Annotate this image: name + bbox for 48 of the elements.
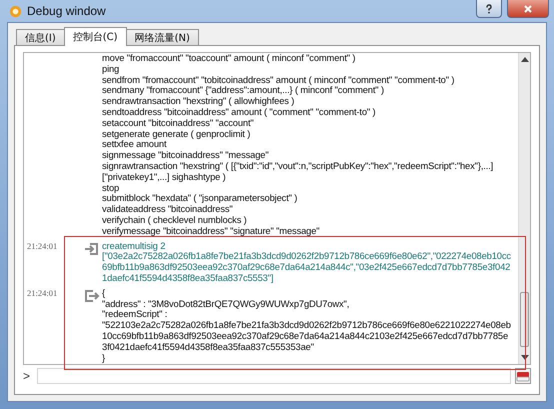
help-line: sendfrom "fromaccount" "tobitcoinaddress" amount ( minconf "comment" "comment-to" ) (102, 74, 454, 86)
help-line: setaccount "bitcoinaddress" "account" (102, 118, 254, 129)
help-line: submitblock "hexdata" ( "jsonparametersobject" ) (102, 193, 298, 204)
help-line: move "fromaccount" "toaccount" amount ( minconf "comment" ) (102, 53, 356, 64)
reply-line: { (102, 288, 106, 299)
help-button[interactable] (476, 0, 502, 18)
help-line: ["privatekey1",...] sighashtype ) (102, 172, 226, 183)
help-line: settxfee amount (102, 139, 166, 150)
help-line: verifymessage "bitcoinaddress" "signature" "message" (102, 226, 320, 237)
tab[interactable]: 信息(I) (16, 29, 65, 45)
help-line: signrawtransaction "hexstring" ( [{"txid":"id","vout":n,"scriptPubKey":"hex","redeemScript":"hex"},...] (102, 160, 494, 172)
help-line: validateaddress "bitcoinaddress" (102, 204, 233, 215)
clear-button[interactable] (515, 368, 531, 384)
tab[interactable]: 控制台(C) (64, 27, 127, 46)
command-line: createmultisig 2 (102, 240, 166, 252)
help-line: stop (102, 182, 120, 194)
timestamp: 21:24:01 (26, 240, 58, 253)
command-line: ["03e2a2c75282a026fb1a8fe7be21fa3b3dcd9d0262f2b9712b786ce669f6e80e62","022274e08eb10cc (102, 251, 511, 262)
reply-line: "522103e2a2c75282a026fb1a8fe7be21fa3b3dcd9d0262f2b9712b786ce669f6e80e6221022274e08eb (102, 320, 511, 331)
help-line: sendrawtransaction "hexstring" ( allowhighfees ) (102, 96, 294, 107)
close-icon (523, 4, 533, 14)
eraser-icon (516, 370, 530, 382)
help-icon (484, 4, 494, 14)
command-line: 69bfb11b9a863df92503eea92c370af29c68e7da64a214a844c","03e2f425e667edcd7d7bb7785e3f042 (102, 262, 511, 273)
reply-line: 3f0421daefc41f5594d4358f8ea35faa837c555353ae" (102, 342, 315, 353)
timestamp: 21:24:01 (26, 288, 58, 300)
scroll-down-icon[interactable] (520, 355, 528, 361)
tab[interactable]: 网络流量(N) (126, 29, 199, 45)
window-title: Debug window (27, 4, 106, 18)
command-line: 1daefc41f5594d4358f8ea35faa837c5553"] (102, 272, 274, 284)
scrollbar[interactable] (518, 53, 530, 364)
close-button[interactable] (507, 0, 549, 18)
help-line: sendmany "fromaccount" {"address":amount,...} ( minconf "comment" ) (102, 85, 384, 96)
input-arrow-icon (84, 242, 100, 256)
scroll-up-icon[interactable] (520, 56, 528, 62)
output-arrow-icon (84, 288, 100, 303)
help-line: sendtoaddress "bitcoinaddress" amount ( "comment" "comment-to" ) (102, 106, 376, 118)
help-line: verifychain ( checklevel numblocks ) (102, 214, 247, 226)
command-input-field[interactable] (37, 368, 511, 384)
reply-line: } (102, 352, 106, 364)
prompt-sign: > (23, 369, 32, 383)
reply-line: "redeemScript" : (102, 309, 168, 320)
reply-line: 10cc69bfb11b9a863df92503eea92c370af29c68e7da64a214a844c2103e2f425e667edcd7d7bb7785e (102, 330, 510, 342)
reply-line: "address" : "3M8voDot82tBrQE7QWGy9WUWxp7gDU7owx", (102, 298, 350, 310)
help-line: signmessage "bitcoinaddress" "message" (102, 150, 269, 161)
coin-icon (9, 4, 22, 18)
help-line: setgenerate generate ( genproclimit ) (102, 128, 250, 140)
help-line: ping (102, 64, 120, 75)
